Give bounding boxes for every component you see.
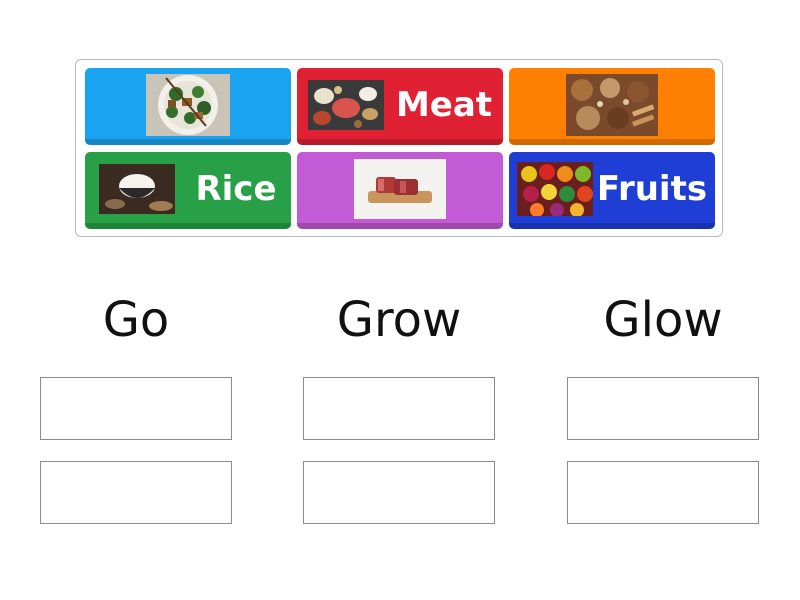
food-tile-nuts-grains[interactable]: [509, 68, 715, 145]
nuts-grains-image: [566, 73, 658, 136]
tile-label-rice: Rice: [195, 168, 277, 209]
protein-foods-image: [307, 79, 384, 130]
fruits-vegetables-image: [516, 161, 593, 216]
drop-slot-grow-2[interactable]: [303, 461, 495, 524]
category-heading-glow: Glow: [603, 292, 723, 348]
drop-slot-grow-1[interactable]: [303, 377, 495, 440]
category-heading-grow: Grow: [336, 292, 462, 348]
food-tile-rice[interactable]: Rice: [85, 152, 291, 229]
chicken-broccoli-image: [146, 73, 230, 136]
food-tile-raw-beef[interactable]: [297, 152, 503, 229]
tile-label-meat: Meat: [395, 84, 493, 125]
food-tile-meat[interactable]: Meat: [297, 68, 503, 145]
food-tile-fruits[interactable]: Fruits: [509, 152, 715, 229]
tile-label-fruits: Fruits: [596, 168, 708, 209]
group-sort-activity: Meat Rice Fruits Go Grow Glow: [0, 0, 800, 600]
drop-slot-glow-1[interactable]: [567, 377, 759, 440]
raw-beef-image: [354, 158, 446, 219]
drop-slot-go-2[interactable]: [40, 461, 232, 524]
rice-bowl-image: [99, 163, 176, 214]
food-tile-chicken-broccoli[interactable]: [85, 68, 291, 145]
drop-slot-go-1[interactable]: [40, 377, 232, 440]
category-heading-go: Go: [102, 292, 170, 348]
drop-slot-glow-2[interactable]: [567, 461, 759, 524]
